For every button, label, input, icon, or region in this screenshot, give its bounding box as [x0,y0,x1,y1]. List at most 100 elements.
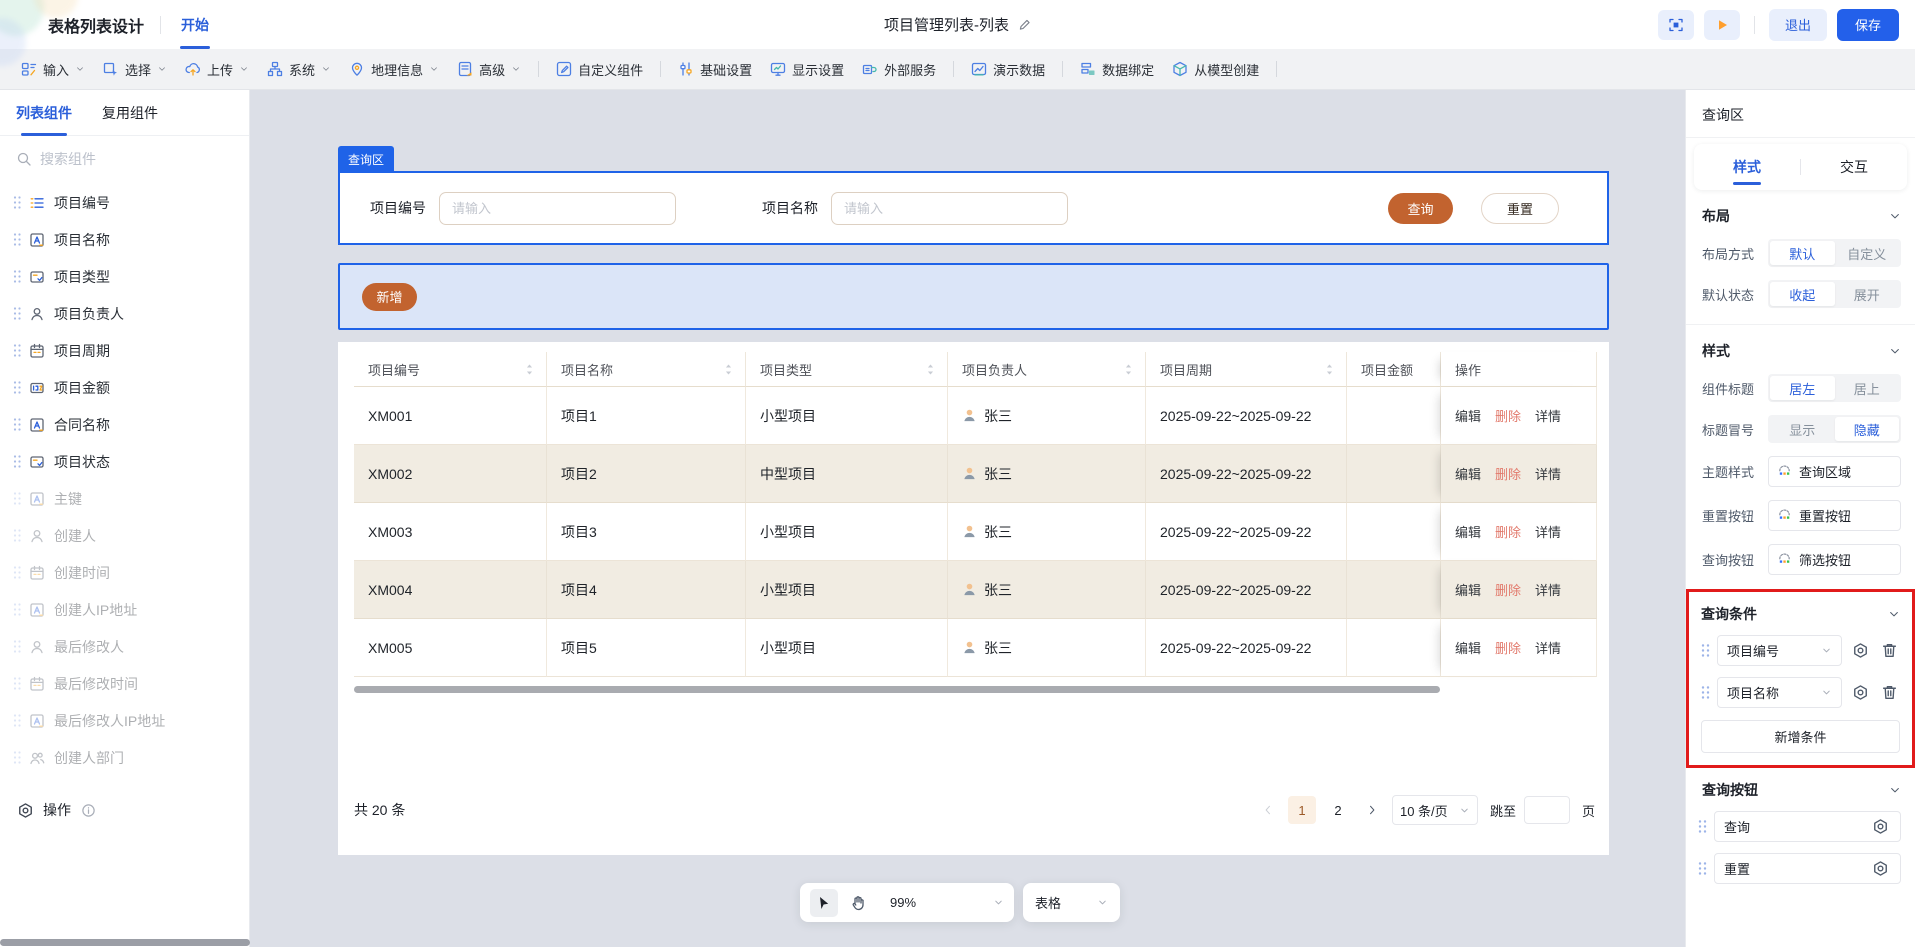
prev-page-button[interactable] [1256,798,1280,822]
toolbar-item-advanced[interactable]: 高级 [448,54,530,84]
reset-button[interactable]: 重置 [1481,193,1559,224]
condition-field-select[interactable]: 项目名称 [1717,677,1842,708]
segment-top[interactable]: 居上 [1835,376,1900,400]
jump-page-input[interactable] [1524,796,1570,824]
fullscreen-preview-button[interactable] [1658,10,1694,40]
condition-settings-button[interactable] [1849,682,1871,704]
drag-handle-icon[interactable] [1698,861,1707,876]
toolbar-item-from-model[interactable]: 从模型创建 [1163,54,1268,84]
detail-link[interactable]: 详情 [1535,638,1561,657]
delete-link[interactable]: 删除 [1495,406,1521,425]
column-header[interactable]: 项目金额 [1347,352,1441,387]
toolbar-item-external-service[interactable]: 外部服务 [853,54,945,84]
page-horizontal-scrollbar[interactable] [0,939,250,946]
column-header[interactable]: 项目编号 [354,352,547,387]
drag-handle-icon[interactable] [1701,685,1710,700]
info-icon[interactable] [81,803,96,818]
column-header[interactable]: 项目类型 [746,352,948,387]
toolbar-item-data-bind[interactable]: 数据绑定 [1071,54,1163,84]
column-header[interactable]: 操作 [1441,352,1597,387]
toolbar-item-display-settings[interactable]: 显示设置 [761,54,853,84]
sidebar-item[interactable]: 项目名称 [0,221,249,258]
query-button-style-picker[interactable]: 筛选按钮 [1768,544,1901,575]
delete-link[interactable]: 删除 [1495,580,1521,599]
reset-button-style-picker[interactable]: 重置按钮 [1768,500,1901,531]
drag-handle-icon[interactable] [1701,643,1710,658]
drag-handle-icon[interactable] [1698,819,1707,834]
project-code-input[interactable] [439,192,676,225]
query-area-tag[interactable]: 查询区 [338,146,394,172]
tab-interaction[interactable]: 交互 [1801,144,1907,190]
detail-link[interactable]: 详情 [1535,522,1561,541]
detail-link[interactable]: 详情 [1535,464,1561,483]
detail-link[interactable]: 详情 [1535,406,1561,425]
delete-link[interactable]: 删除 [1495,464,1521,483]
toolbar-item-geo[interactable]: 地理信息 [340,54,448,84]
query-area[interactable]: 项目编号 项目名称 查询 重置 [338,171,1609,245]
query-button[interactable]: 查询 [1388,193,1453,224]
column-header[interactable]: 项目名称 [547,352,746,387]
condition-settings-button[interactable] [1849,640,1871,662]
project-name-input[interactable] [831,192,1068,225]
button-settings-button[interactable] [1869,816,1891,838]
button-settings-button[interactable] [1869,858,1891,880]
sidebar-item[interactable]: 项目状态 [0,443,249,480]
sidebar-item[interactable]: 合同名称 [0,406,249,443]
next-page-button[interactable] [1360,798,1384,822]
save-button[interactable]: 保存 [1837,9,1899,41]
edit-link[interactable]: 编辑 [1455,464,1481,483]
condition-field-select[interactable]: 项目编号 [1717,635,1842,666]
chevron-down-icon[interactable] [1889,210,1901,222]
select-tool-button[interactable] [810,889,838,917]
segment-left[interactable]: 居左 [1770,376,1835,400]
segment-collapsed[interactable]: 收起 [1770,282,1835,306]
tab-reusable-components[interactable]: 复用组件 [102,90,158,136]
sidebar-item[interactable]: 项目类型 [0,258,249,295]
theme-style-picker[interactable]: 查询区域 [1768,456,1901,487]
sort-icon[interactable] [722,363,735,376]
page-button-2[interactable]: 2 [1324,796,1352,824]
sort-icon[interactable] [924,363,937,376]
condition-delete-button[interactable] [1878,640,1900,662]
zoom-select[interactable]: 99% [890,895,1004,910]
table-horizontal-scrollbar[interactable] [354,686,1440,693]
run-preview-button[interactable] [1704,10,1740,40]
segment-expanded[interactable]: 展开 [1835,282,1900,306]
segment-custom[interactable]: 自定义 [1835,241,1900,265]
add-button[interactable]: 新增 [362,283,417,311]
sidebar-item-actions[interactable]: 操作 [0,790,249,830]
chevron-down-icon[interactable] [1888,608,1900,620]
segment-show[interactable]: 显示 [1770,417,1835,441]
toolbar-item-system[interactable]: 系统 [258,54,340,84]
toolbar-item-upload[interactable]: 上传 [176,54,258,84]
delete-link[interactable]: 删除 [1495,638,1521,657]
segment-default[interactable]: 默认 [1770,241,1835,265]
component-switcher[interactable]: 表格 [1023,883,1120,922]
search-input[interactable] [40,151,233,167]
sidebar-item[interactable]: 项目金额 [0,369,249,406]
toolbar-item-base-settings[interactable]: 基础设置 [669,54,761,84]
toolbar-item-demo-data[interactable]: 演示数据 [962,54,1054,84]
edit-pencil-icon[interactable] [1017,18,1031,32]
edit-link[interactable]: 编辑 [1455,406,1481,425]
chevron-down-icon[interactable] [1889,345,1901,357]
column-header[interactable]: 项目负责人 [948,352,1146,387]
sidebar-item[interactable]: 项目负责人 [0,295,249,332]
edit-link[interactable]: 编辑 [1455,638,1481,657]
sidebar-item[interactable]: 项目编号 [0,184,249,221]
sort-icon[interactable] [523,363,536,376]
pan-tool-button[interactable] [844,889,872,917]
edit-link[interactable]: 编辑 [1455,522,1481,541]
delete-link[interactable]: 删除 [1495,522,1521,541]
detail-link[interactable]: 详情 [1535,580,1561,599]
chevron-down-icon[interactable] [1889,784,1901,796]
toolbar-item-custom-component[interactable]: 自定义组件 [547,54,652,84]
toolbar-item-select[interactable]: 选择 [94,54,176,84]
condition-delete-button[interactable] [1878,682,1900,704]
toolbar-item-input[interactable]: 输入 [12,54,94,84]
action-bar[interactable]: 新增 [338,263,1609,330]
sort-icon[interactable] [1323,363,1336,376]
tab-list-components[interactable]: 列表组件 [16,90,72,136]
page-button-1[interactable]: 1 [1288,796,1316,824]
sort-icon[interactable] [1122,363,1135,376]
